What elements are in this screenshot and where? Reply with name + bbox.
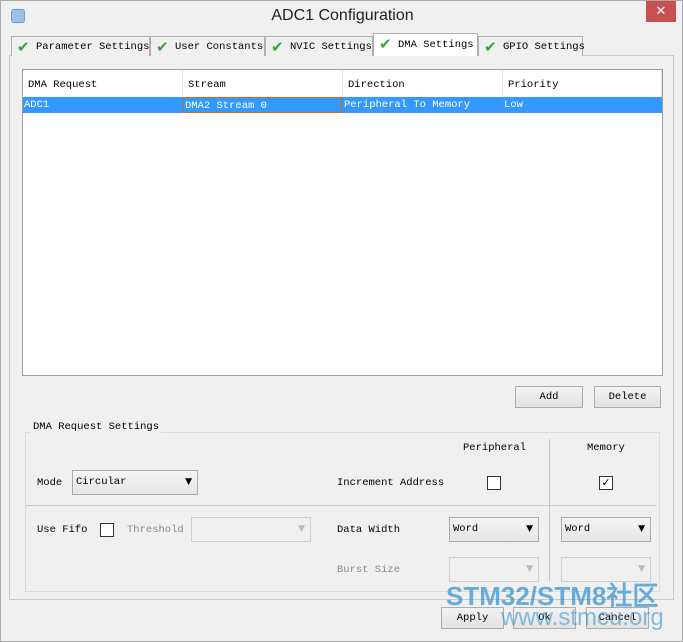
cell-stream[interactable]: DMA2 Stream 0 xyxy=(183,97,342,113)
data-width-label: Data Width xyxy=(337,524,401,536)
tab-user-constants[interactable]: ✔ User Constants xyxy=(150,36,265,56)
tab-nvic-settings[interactable]: ✔ NVIC Settings xyxy=(265,36,373,56)
use-fifo-checkbox[interactable] xyxy=(100,523,114,537)
memory-data-width-select[interactable]: Word ▼ xyxy=(561,517,651,542)
memory-header: Memory xyxy=(587,442,625,454)
tab-gpio-settings[interactable]: ✔ GPIO Settings xyxy=(478,36,585,56)
chevron-down-icon: ▼ xyxy=(185,477,192,487)
peripheral-header: Peripheral xyxy=(463,442,527,454)
close-icon: ✕ xyxy=(655,4,667,19)
add-button[interactable]: Add xyxy=(515,386,583,408)
tab-label: GPIO Settings xyxy=(503,41,585,53)
checkmark-icon: ✓ xyxy=(601,476,611,489)
mode-label: Mode xyxy=(37,477,63,489)
column-header-direction[interactable]: Direction xyxy=(343,70,503,97)
mode-select[interactable]: Circular ▼ xyxy=(72,470,198,495)
check-icon: ✔ xyxy=(484,38,497,56)
tab-parameter-settings[interactable]: ✔ Parameter Settings xyxy=(11,36,150,56)
chevron-down-icon: ▼ xyxy=(526,524,533,534)
window-title: ADC1 Configuration xyxy=(271,7,414,24)
check-icon: ✔ xyxy=(156,38,169,56)
peripheral-increment-checkbox[interactable] xyxy=(487,476,501,490)
chevron-down-icon: ▼ xyxy=(298,524,305,534)
peripheral-burst-size-select[interactable]: ▼ xyxy=(449,557,539,582)
cancel-button[interactable]: Cancel xyxy=(586,607,649,629)
tab-label: User Constants xyxy=(175,41,264,53)
close-button[interactable]: ✕ xyxy=(646,1,676,22)
cell-priority[interactable]: Low xyxy=(503,97,662,113)
use-fifo-label: Use Fifo xyxy=(37,524,88,536)
table-row[interactable]: ADC1 DMA2 Stream 0 Peripheral To Memory … xyxy=(23,97,662,113)
mode-value: Circular xyxy=(76,476,127,488)
chevron-down-icon: ▼ xyxy=(638,524,645,534)
peripheral-data-width-value: Word xyxy=(453,523,479,535)
tab-label: Parameter Settings xyxy=(36,41,150,53)
burst-size-label: Burst Size xyxy=(337,564,401,576)
tab-label: NVIC Settings xyxy=(290,41,372,53)
delete-button[interactable]: Delete xyxy=(594,386,661,408)
threshold-label: Threshold xyxy=(127,524,184,536)
peripheral-data-width-select[interactable]: Word ▼ xyxy=(449,517,539,542)
tab-dma-settings[interactable]: ✔ DMA Settings xyxy=(373,33,478,56)
dialog-window: ADC1 Configuration ✕ ✔ Parameter Settings… xyxy=(0,0,683,642)
column-divider xyxy=(549,439,550,581)
column-header-dma-request[interactable]: DMA Request xyxy=(23,70,183,97)
cell-direction[interactable]: Peripheral To Memory xyxy=(343,97,503,113)
check-icon: ✔ xyxy=(379,35,392,53)
threshold-select[interactable]: ▼ xyxy=(191,517,311,542)
chevron-down-icon: ▼ xyxy=(526,564,533,574)
group-title: DMA Request Settings xyxy=(31,420,162,434)
chevron-down-icon: ▼ xyxy=(638,564,645,574)
tab-label: DMA Settings xyxy=(398,39,474,51)
check-icon: ✔ xyxy=(271,38,284,56)
cell-dma-request[interactable]: ADC1 xyxy=(23,97,183,113)
ok-button[interactable]: Ok xyxy=(513,607,576,629)
memory-data-width-value: Word xyxy=(565,523,591,535)
column-header-stream[interactable]: Stream xyxy=(183,70,343,97)
memory-burst-size-select[interactable]: ▼ xyxy=(561,557,651,582)
column-header-priority[interactable]: Priority xyxy=(503,70,662,97)
dma-request-table: DMA Request Stream Direction Priority AD… xyxy=(22,69,663,376)
increment-address-label: Increment Address xyxy=(337,477,445,489)
memory-increment-checkbox[interactable]: ✓ xyxy=(599,476,613,490)
check-icon: ✔ xyxy=(17,38,30,56)
apply-button[interactable]: Apply xyxy=(441,607,504,629)
row-divider xyxy=(26,505,656,506)
